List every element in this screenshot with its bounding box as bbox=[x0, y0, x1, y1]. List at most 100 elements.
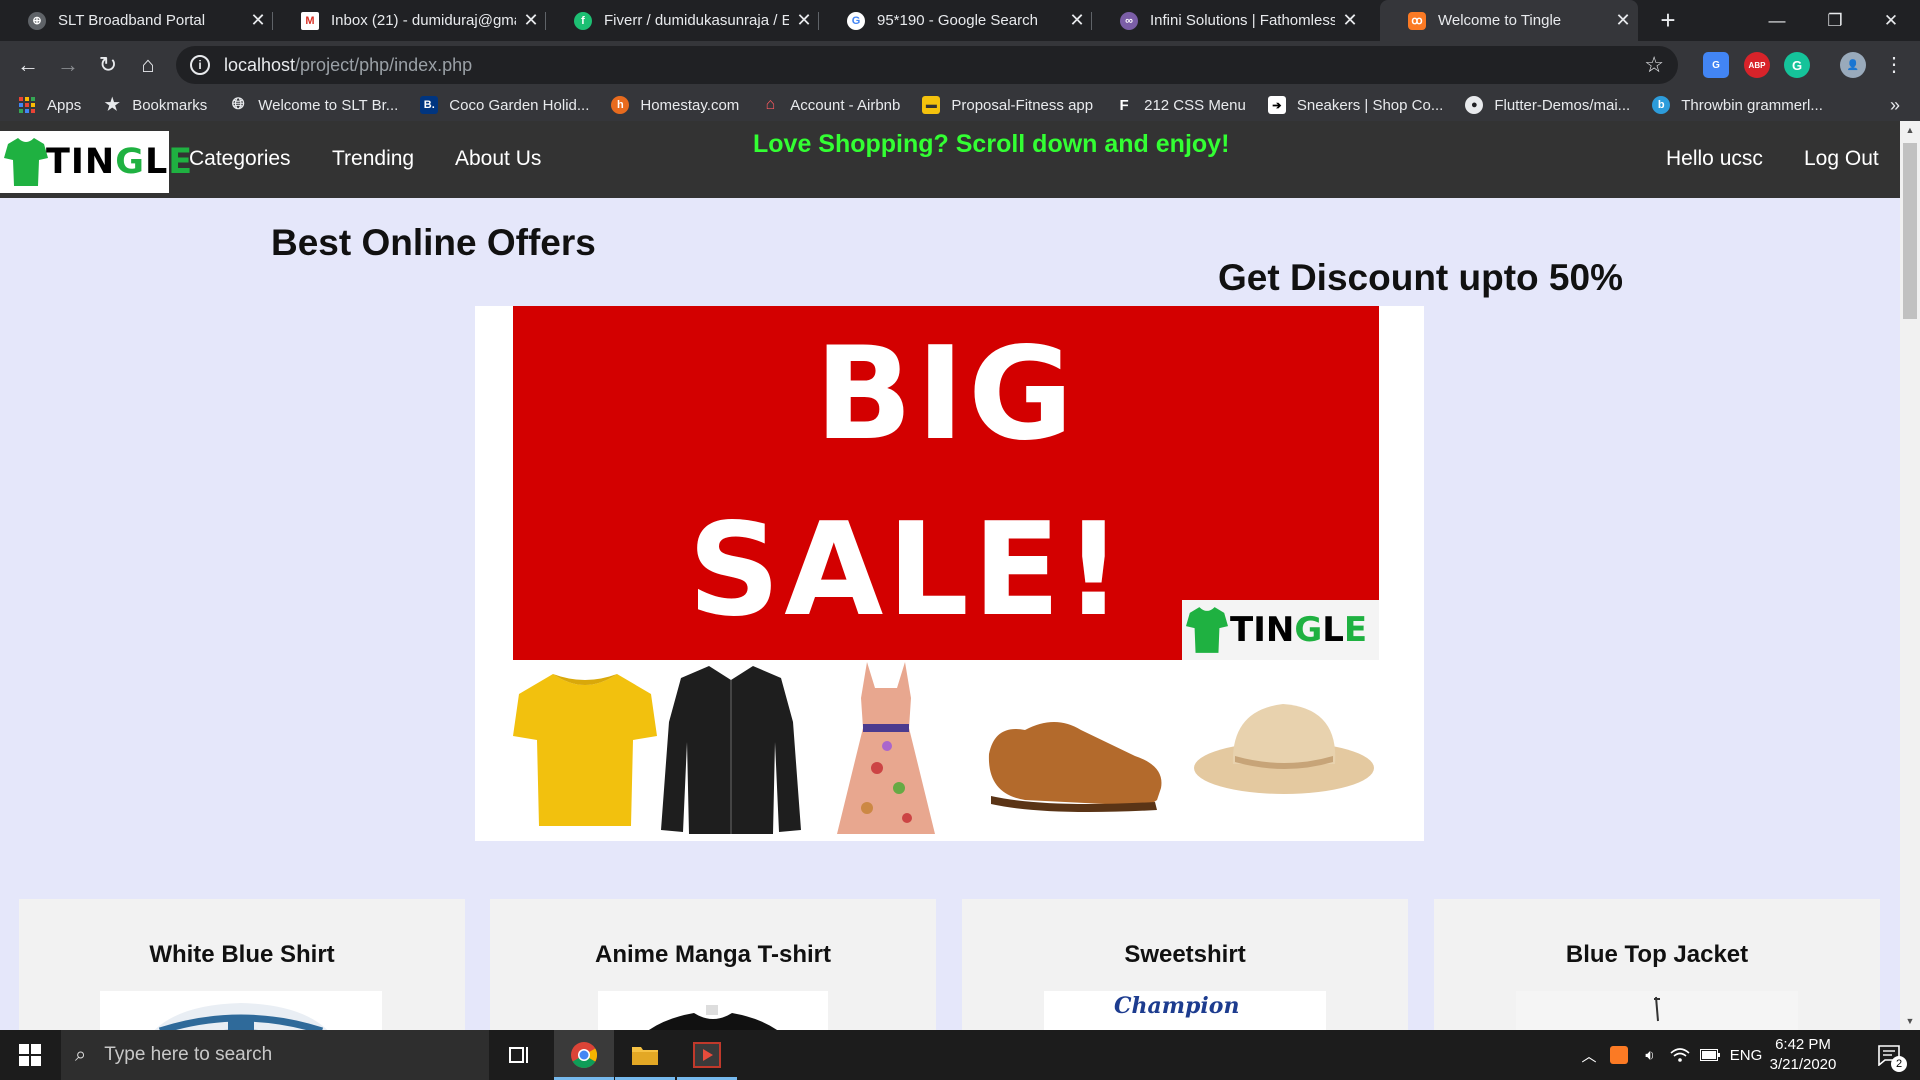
offers-heading: Best Online Offers bbox=[271, 222, 596, 263]
bookmark-throwbin[interactable]: b Throwbin grammerl... bbox=[1652, 96, 1823, 114]
product-card[interactable]: Anime Manga T-shirt bbox=[490, 899, 936, 1030]
wifi-icon[interactable] bbox=[1666, 1030, 1694, 1080]
close-icon[interactable]: ✕ bbox=[1608, 10, 1638, 31]
kebab-menu-icon[interactable]: ⋮ bbox=[1878, 49, 1910, 81]
bookmark-bookmarks[interactable]: ★ Bookmarks bbox=[103, 95, 208, 114]
site-navbar: TINGLE Categories Trending About Us Love… bbox=[0, 121, 1900, 198]
github-icon: ● bbox=[1465, 96, 1484, 114]
globe-icon: 🌐︎ bbox=[231, 96, 245, 113]
adblock-plus-icon[interactable]: ABP bbox=[1744, 52, 1770, 78]
product-image: Champion bbox=[1044, 991, 1326, 1030]
infini-icon: ∞ bbox=[1120, 11, 1138, 30]
banner-tingle-logo: TINGLE bbox=[1182, 600, 1379, 660]
taskbar-file-explorer[interactable] bbox=[615, 1030, 675, 1080]
page-scrollbar[interactable]: ▲ ▼ bbox=[1900, 121, 1920, 1030]
restore-button[interactable]: ❐ bbox=[1806, 0, 1864, 41]
home-icon[interactable]: ⌂ bbox=[132, 49, 164, 81]
bookmarks-bar: Apps ★ Bookmarks 🌐︎ Welcome to SLT Br...… bbox=[0, 89, 1920, 121]
sweatshirt-image bbox=[1044, 991, 1326, 1030]
close-icon[interactable]: ✕ bbox=[789, 10, 819, 31]
scroll-thumb[interactable] bbox=[1903, 143, 1917, 319]
black-shirt-image bbox=[661, 666, 801, 834]
sale-banner[interactable]: BIG SALE! TINGLE bbox=[475, 306, 1424, 841]
bookmark-coco-garden[interactable]: B. Coco Garden Holid... bbox=[420, 96, 589, 114]
tshirt-logo-icon bbox=[1186, 607, 1228, 653]
minimize-button[interactable]: — bbox=[1748, 0, 1806, 41]
google-translate-icon[interactable]: G bbox=[1703, 52, 1729, 78]
striped-shirt-image bbox=[154, 1003, 328, 1030]
tab-fiverr[interactable]: f Fiverr / dumidukasunraja / Ed ✕ bbox=[546, 0, 819, 41]
taskbar-clock[interactable]: 6:42 PM 3/21/2020 bbox=[1762, 1035, 1844, 1075]
grammarly-icon[interactable]: G bbox=[1784, 52, 1810, 78]
bookmark-homestay[interactable]: h Homestay.com bbox=[611, 96, 739, 114]
close-icon[interactable]: ✕ bbox=[516, 10, 546, 31]
black-tshirt-image bbox=[649, 1005, 777, 1030]
google-icon: G bbox=[847, 11, 865, 30]
booking-icon: B. bbox=[420, 96, 439, 114]
nav-about-us[interactable]: About Us bbox=[455, 147, 541, 171]
taskbar-media-player[interactable] bbox=[677, 1030, 737, 1080]
homestay-icon: h bbox=[611, 96, 630, 114]
bookmark-apps[interactable]: Apps bbox=[18, 96, 81, 114]
straw-hat-image bbox=[1194, 704, 1374, 794]
product-title: Blue Top Jacket bbox=[1565, 941, 1749, 968]
chevron-up-icon[interactable]: ︿ bbox=[1576, 1030, 1602, 1080]
bookmark-airbnb[interactable]: ⌂ Account - Airbnb bbox=[761, 96, 900, 114]
tab-inbox[interactable]: M Inbox (21) - dumiduraj@gma ✕ bbox=[273, 0, 546, 41]
volume-icon[interactable]: 🔉︎ bbox=[1636, 1030, 1664, 1080]
task-view-button[interactable] bbox=[490, 1030, 550, 1080]
scroll-up-arrow-icon[interactable]: ▲ bbox=[1900, 121, 1920, 139]
bookmark-css-menu[interactable]: F 212 CSS Menu bbox=[1115, 96, 1246, 114]
product-card[interactable]: Sweetshirt Champion bbox=[962, 899, 1408, 1030]
taskbar-chrome[interactable] bbox=[554, 1030, 614, 1080]
tab-infini-solutions[interactable]: ∞ Infini Solutions | Fathomless I ✕ bbox=[1092, 0, 1365, 41]
back-arrow-icon[interactable]: ← bbox=[12, 49, 44, 81]
product-title: White Blue Shirt bbox=[149, 941, 335, 968]
windows-start-button[interactable] bbox=[0, 1030, 60, 1080]
chrome-icon bbox=[571, 1042, 598, 1069]
product-card[interactable]: Blue Top Jacket bbox=[1434, 899, 1880, 1030]
close-icon[interactable]: ✕ bbox=[1335, 10, 1365, 31]
address-bar[interactable]: i localhost/project/php/index.php ☆ bbox=[176, 46, 1678, 84]
forward-arrow-icon[interactable]: → bbox=[52, 49, 84, 81]
bookmark-slt[interactable]: 🌐︎ Welcome to SLT Br... bbox=[229, 96, 398, 114]
tab-slt-broadband[interactable]: ⊕ SLT Broadband Portal ✕ bbox=[0, 0, 273, 41]
battery-icon[interactable] bbox=[1696, 1030, 1724, 1080]
bookmark-star-icon[interactable]: ☆ bbox=[1644, 52, 1664, 78]
tab-welcome-to-tingle[interactable]: ꝏ Welcome to Tingle ✕ bbox=[1380, 0, 1638, 41]
sneakers-icon: ➔ bbox=[1267, 96, 1286, 114]
user-greeting[interactable]: Hello ucsc bbox=[1666, 147, 1763, 171]
logout-link[interactable]: Log Out bbox=[1804, 147, 1879, 171]
gmail-icon: M bbox=[301, 11, 319, 30]
tab-google-search[interactable]: G 95*190 - Google Search ✕ bbox=[819, 0, 1092, 41]
notification-count-badge: 2 bbox=[1891, 1056, 1907, 1072]
yellow-tshirt-image bbox=[513, 674, 657, 826]
nav-trending[interactable]: Trending bbox=[332, 147, 414, 171]
nav-categories[interactable]: Categories bbox=[189, 147, 291, 171]
language-indicator[interactable]: ENG bbox=[1726, 1030, 1766, 1080]
product-card[interactable]: White Blue Shirt bbox=[19, 899, 465, 1030]
info-icon[interactable]: i bbox=[190, 55, 210, 75]
reload-icon[interactable]: ↻ bbox=[92, 49, 124, 81]
floral-dress-image bbox=[837, 662, 935, 834]
bookmark-sneakers[interactable]: ➔ Sneakers | Shop Co... bbox=[1267, 96, 1443, 114]
tagline: Love Shopping? Scroll down and enjoy! bbox=[753, 130, 1230, 158]
profile-avatar-icon[interactable]: 👤 bbox=[1840, 52, 1866, 78]
xampp-tray-icon[interactable] bbox=[1604, 1030, 1634, 1080]
tingle-logo[interactable]: TINGLE bbox=[0, 131, 192, 193]
close-window-button[interactable]: ✕ bbox=[1862, 0, 1920, 41]
close-icon[interactable]: ✕ bbox=[1062, 10, 1092, 31]
close-icon[interactable]: ✕ bbox=[243, 10, 273, 31]
product-image bbox=[1516, 991, 1798, 1030]
new-tab-button[interactable]: + bbox=[1652, 4, 1684, 36]
chevron-more-icon[interactable]: » bbox=[1890, 89, 1900, 121]
task-view-icon bbox=[509, 1047, 528, 1063]
browser-toolbar: ← → ↻ ⌂ i localhost/project/php/index.ph… bbox=[0, 41, 1920, 89]
video-player-icon bbox=[693, 1042, 721, 1068]
bookmark-proposal[interactable]: ▬ Proposal-Fitness app bbox=[922, 96, 1093, 114]
scroll-down-arrow-icon[interactable]: ▼ bbox=[1900, 1012, 1920, 1030]
star-icon: ★ bbox=[104, 95, 120, 114]
notification-center-button[interactable]: 2 bbox=[1864, 1030, 1914, 1080]
bookmark-flutter-demos[interactable]: ● Flutter-Demos/mai... bbox=[1465, 96, 1630, 114]
taskbar-search-box[interactable]: ⌕ Type here to search bbox=[61, 1030, 489, 1080]
